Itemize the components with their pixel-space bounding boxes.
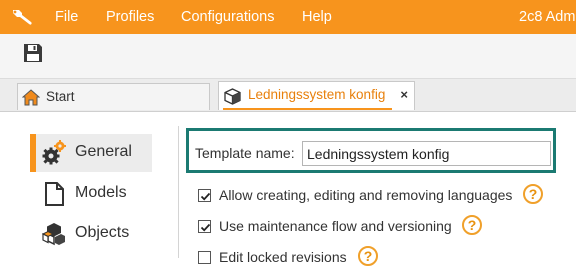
sidebar-item-general[interactable]: General [30, 134, 152, 172]
help-icon[interactable]: ? [358, 246, 378, 266]
tab-ledningssystem-label: Ledningssystem konfig [248, 87, 386, 102]
active-indicator [30, 134, 36, 172]
help-icon[interactable]: ? [462, 215, 482, 235]
floppy-disk-icon[interactable] [22, 42, 44, 64]
checkmark-icon [200, 192, 211, 201]
template-name-input[interactable] [302, 141, 551, 166]
maintenance-flow-label: Use maintenance flow and versioning [219, 218, 452, 234]
menu-configurations[interactable]: Configurations [181, 0, 275, 34]
sidebar-item-objects[interactable]: Objects [30, 215, 152, 253]
template-name-label: Template name: [195, 145, 295, 161]
objects-icon [41, 223, 65, 246]
sidebar: General Models Objects [0, 112, 180, 258]
sidebar-item-models[interactable]: Models [30, 175, 152, 213]
maintenance-flow-checkbox[interactable] [198, 220, 211, 233]
sidebar-item-objects-label: Objects [75, 224, 130, 241]
tab-start[interactable]: Start [17, 83, 210, 110]
help-icon[interactable]: ? [523, 184, 543, 204]
tab-ledningssystem[interactable]: Ledningssystem konfig × [218, 81, 415, 110]
document-icon [45, 182, 64, 206]
user-name[interactable]: 2c8 Admi [519, 0, 576, 34]
toolbar [0, 34, 576, 79]
allow-languages-label: Allow creating, editing and removing lan… [219, 187, 513, 203]
menu-bar: File Profiles Configurations Help 2c8 Ad… [0, 0, 576, 34]
sidebar-item-models-label: Models [75, 184, 127, 201]
wrench-icon[interactable] [10, 7, 34, 27]
menu-profiles[interactable]: Profiles [106, 0, 154, 34]
checkmark-icon [200, 223, 211, 232]
sidebar-item-general-label: General [75, 143, 132, 160]
menu-file[interactable]: File [55, 0, 78, 34]
tab-strip: Start Ledningssystem konfig × [0, 79, 576, 112]
allow-languages-checkbox[interactable] [198, 189, 211, 202]
edit-locked-label: Edit locked revisions [219, 249, 347, 265]
home-icon [22, 89, 40, 106]
sidebar-divider [178, 126, 179, 258]
close-tab-button[interactable]: × [400, 87, 408, 102]
cube-icon [224, 88, 241, 105]
gears-icon [42, 140, 66, 165]
active-tab-indicator [223, 108, 392, 110]
tab-start-label: Start [46, 89, 75, 104]
menu-help[interactable]: Help [302, 0, 332, 34]
